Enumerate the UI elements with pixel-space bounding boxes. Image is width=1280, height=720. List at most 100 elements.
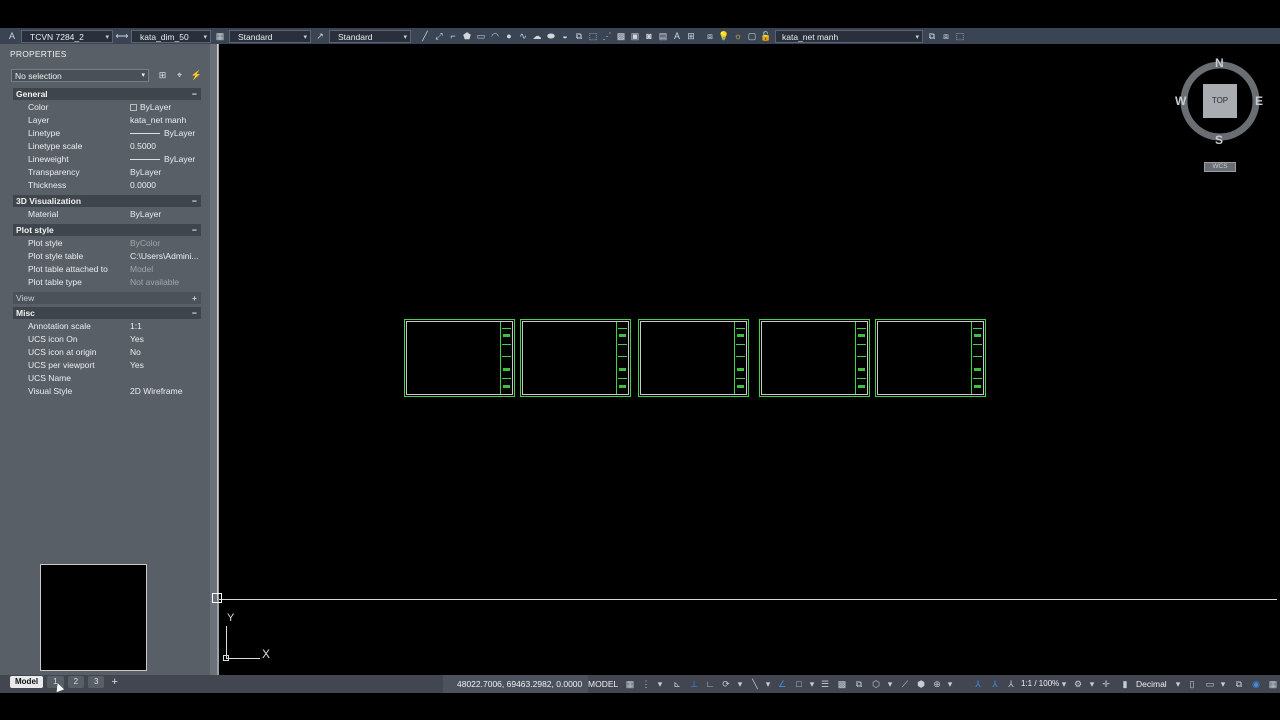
lineweight-icon[interactable]: ☰ <box>820 678 830 690</box>
dynamic-input-icon[interactable]: ⊥ <box>689 678 699 690</box>
prop-row[interactable]: Plot style ByColor <box>13 237 201 250</box>
compass-west[interactable]: W <box>1175 94 1186 108</box>
layer-match-icon[interactable]: ⧈ <box>940 30 952 42</box>
chevron-down-icon[interactable]: ▾ <box>885 678 895 690</box>
add-selected-icon[interactable]: ⊞ <box>685 30 697 42</box>
chevron-down-icon[interactable]: ▾ <box>1173 678 1183 690</box>
infer-constraints-icon[interactable]: ⊾ <box>672 678 682 690</box>
drawing-sheet[interactable] <box>638 319 749 397</box>
expand-icon[interactable]: + <box>192 292 197 304</box>
collapse-icon[interactable]: − <box>192 307 197 319</box>
snap-icon[interactable]: ⋮ <box>641 678 651 690</box>
customization-icon[interactable]: ◉ <box>1251 678 1261 690</box>
chevron-down-icon[interactable]: ▾ <box>763 678 773 690</box>
add-layout-button[interactable]: + <box>108 676 120 688</box>
layer-freeze-icon[interactable]: ☼ <box>732 30 744 42</box>
prop-row[interactable]: UCS icon On Yes <box>13 333 201 346</box>
prop-row[interactable]: Plot table type Not available <box>13 276 201 289</box>
palette-splitter[interactable] <box>210 44 217 675</box>
clean-screen-icon[interactable]: ⧉ <box>1234 678 1244 690</box>
collapse-icon[interactable]: − <box>192 88 197 100</box>
multileader-style-select[interactable]: Standard ▾ <box>329 29 411 43</box>
drawing-sheet[interactable] <box>759 319 870 397</box>
annotation-monitor-icon[interactable]: ✛ <box>1101 678 1111 690</box>
table-style-select[interactable]: Standard ▾ <box>229 29 311 43</box>
wcs-menu[interactable]: WCS <box>1204 162 1236 172</box>
layer-on-icon[interactable]: 💡 <box>718 30 730 42</box>
prop-row[interactable]: Lineweight ByLayer <box>13 153 201 166</box>
annotation-scale-icon[interactable]: ⅄ <box>1006 678 1016 690</box>
quick-properties-icon[interactable]: ▮ <box>1120 678 1130 690</box>
gizmo-icon[interactable]: ⊕ <box>932 678 942 690</box>
section-misc[interactable]: Misc − <box>13 307 201 319</box>
transparency-icon[interactable]: ▩ <box>837 678 847 690</box>
dynamic-ucs-icon[interactable]: ⟋ <box>900 678 910 690</box>
tab-model[interactable]: Model <box>10 676 44 688</box>
drawing-canvas[interactable] <box>219 44 1280 675</box>
region-icon[interactable]: ◙ <box>643 30 655 42</box>
text-style-select[interactable]: TCVN 7284_2 ▾ <box>21 29 113 43</box>
prop-row[interactable]: Plot style table C:\Users\Admini... <box>13 250 201 263</box>
prop-row[interactable]: UCS per viewport Yes <box>13 359 201 372</box>
table-style-icon[interactable]: ▦ <box>214 30 226 42</box>
auto-scale-icon[interactable]: ⅄ <box>990 678 1000 690</box>
selection-select[interactable]: No selection ▾ <box>11 69 149 82</box>
drawing-sheet[interactable] <box>520 319 631 397</box>
polygon-icon[interactable]: ⬟ <box>461 30 473 42</box>
revcloud-icon[interactable]: ☁ <box>531 30 543 42</box>
prop-row[interactable]: Material ByLayer <box>13 208 201 221</box>
ellipse-icon[interactable]: ⬬ <box>545 30 557 42</box>
hatch-icon[interactable]: ▩ <box>615 30 627 42</box>
compass-north[interactable]: N <box>1215 56 1224 70</box>
object-snap-tracking-icon[interactable]: ∠ <box>777 678 787 690</box>
layer-previous-icon[interactable]: ⬚ <box>954 30 966 42</box>
chevron-down-icon[interactable]: ▾ <box>655 678 665 690</box>
collapse-icon[interactable]: − <box>192 224 197 236</box>
ellipse-arc-icon[interactable]: ◒ <box>559 30 571 42</box>
rectangle-icon[interactable]: ▭ <box>475 30 487 42</box>
select-objects-icon[interactable]: ⌖ <box>173 69 186 82</box>
section-general[interactable]: General − <box>13 88 201 100</box>
prop-row[interactable]: Plot table attached to Model <box>13 263 201 276</box>
layout-preview-thumbnail[interactable] <box>40 564 147 671</box>
prop-row[interactable]: Layer kata_net manh <box>13 114 201 127</box>
menu-icon[interactable]: ▦ <box>1268 678 1278 690</box>
multiline-text-icon[interactable]: A <box>671 30 683 42</box>
compass-south[interactable]: S <box>1215 133 1223 147</box>
collapse-icon[interactable]: − <box>192 195 197 207</box>
tab-layout-2[interactable]: 2 <box>67 676 85 688</box>
drawing-sheet[interactable] <box>875 319 986 397</box>
isodraft-icon[interactable]: ╲ <box>750 678 760 690</box>
prop-row[interactable]: UCS Name <box>13 372 201 385</box>
point-icon[interactable]: ⋰ <box>601 30 613 42</box>
prop-row[interactable]: Annotation scale 1:1 <box>13 320 201 333</box>
annotation-scale-select[interactable]: 1:1 / 100% <box>1021 675 1059 693</box>
grid-icon[interactable]: ▦ <box>625 678 635 690</box>
polyline-icon[interactable]: ⌐ <box>447 30 459 42</box>
text-style-icon[interactable]: A <box>6 30 18 42</box>
prop-row[interactable]: Linetype ByLayer <box>13 127 201 140</box>
workspace-gear-icon[interactable]: ⚙ <box>1073 678 1083 690</box>
layer-lock-icon[interactable]: 🔓 <box>760 30 772 42</box>
chevron-down-icon[interactable]: ▾ <box>1218 678 1228 690</box>
dim-style-select[interactable]: kata_dim_50 ▾ <box>131 29 211 43</box>
line-icon[interactable]: ╱ <box>419 30 431 42</box>
object-snap-icon[interactable]: □ <box>794 678 804 690</box>
polar-tracking-icon[interactable]: ⟳ <box>721 678 731 690</box>
section-3d-visualization[interactable]: 3D Visualization − <box>13 195 201 207</box>
arc-icon[interactable]: ◠ <box>489 30 501 42</box>
circle-icon[interactable]: ● <box>503 30 515 42</box>
chevron-down-icon[interactable]: ▾ <box>807 678 817 690</box>
dim-style-icon[interactable]: ⟷ <box>116 30 129 42</box>
section-plot-style[interactable]: Plot style − <box>13 224 201 236</box>
make-block-icon[interactable]: ⬚ <box>587 30 599 42</box>
prop-row[interactable]: Thickness 0.0000 <box>13 179 201 192</box>
chevron-down-icon[interactable]: ▾ <box>1059 678 1069 690</box>
annotation-visibility-icon[interactable]: ⅄ <box>973 678 983 690</box>
prop-row[interactable]: UCS icon at origin No <box>13 346 201 359</box>
compass-east[interactable]: E <box>1255 94 1263 108</box>
chevron-down-icon[interactable]: ▾ <box>735 678 745 690</box>
table-icon[interactable]: ▤ <box>657 30 669 42</box>
model-space-button[interactable]: MODEL <box>588 675 618 693</box>
viewcube-top-face[interactable]: TOP <box>1203 84 1237 118</box>
